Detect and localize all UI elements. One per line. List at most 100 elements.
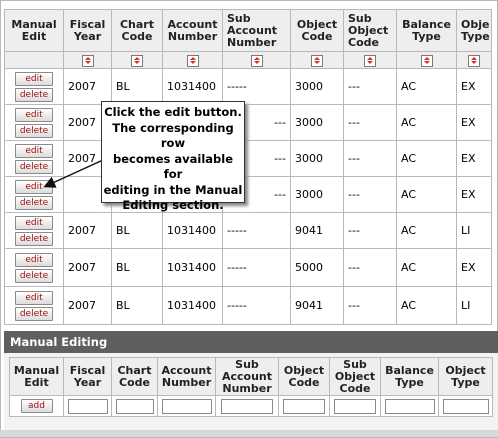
sub-object-input[interactable] <box>334 398 376 414</box>
cell-sub-object: --- <box>343 140 397 177</box>
cell-sub-object: --- <box>343 248 397 287</box>
add-button[interactable]: add <box>20 399 53 413</box>
delete-button[interactable]: delete <box>15 195 53 210</box>
manual-editing-table: Manual Edit Fiscal Year Chart Code Accou… <box>9 357 493 417</box>
col-object-type: Obje Type <box>456 9 492 52</box>
table-row: edit delete 2007 BL 1031400 ----- 9041 --… <box>4 212 492 249</box>
cell-chart-code: BL <box>111 286 163 325</box>
col-object-code: Object Code <box>290 9 344 52</box>
cell-chart-code: BL <box>111 68 163 105</box>
sub-account-input[interactable] <box>221 398 273 414</box>
cell-object-type: EX <box>456 176 492 213</box>
delete-button[interactable]: delete <box>15 231 53 246</box>
bottom-scrollbar[interactable] <box>0 430 498 437</box>
cell-fiscal-year: 2007 <box>63 286 112 325</box>
cell-sub-object: --- <box>343 68 397 105</box>
table-row: edit delete 2007 BL 1031400 ----- 5000 --… <box>4 248 492 287</box>
cell-chart-code: BL <box>111 212 163 249</box>
sort-arrows-icon[interactable] <box>311 54 323 67</box>
cell-account-number: 1031400 <box>162 286 223 325</box>
edit-button[interactable]: edit <box>15 215 53 230</box>
edit-button[interactable]: edit <box>15 179 53 194</box>
sort-arrows-icon[interactable] <box>468 54 480 67</box>
callout-line: becomes available for <box>112 151 233 182</box>
cell-object-code: 3000 <box>290 140 344 177</box>
cell-fiscal-year: 2007 <box>63 212 112 249</box>
cell-balance-type: AC <box>396 248 457 287</box>
col-chart-code: Chart Code <box>111 357 158 396</box>
col-sub-object-code: Sub Object Code <box>329 357 381 396</box>
cell-object-type: EX <box>456 68 492 105</box>
cell-object-code: 9041 <box>290 212 344 249</box>
account-number-input[interactable] <box>161 398 212 414</box>
cell-balance-type: AC <box>396 286 457 325</box>
manual-editing-header-row: Manual Edit Fiscal Year Chart Code Accou… <box>9 357 493 396</box>
cell-balance-type: AC <box>396 68 457 105</box>
edit-button[interactable]: edit <box>15 71 53 86</box>
cell-balance-type: AC <box>396 176 457 213</box>
callout-line: editing in the Manual <box>103 182 243 197</box>
col-manual-edit: Manual Edit <box>9 357 64 396</box>
sort-arrows-icon[interactable] <box>250 54 263 67</box>
cell-sub-account: ----- <box>222 286 291 325</box>
col-account-number: Account Number <box>162 9 223 52</box>
delete-button[interactable]: delete <box>15 159 53 174</box>
object-code-input[interactable] <box>283 398 325 414</box>
cell-sub-account: ----- <box>222 248 291 287</box>
cell-fiscal-year: 2007 <box>63 248 112 287</box>
sort-arrows-icon[interactable] <box>131 54 143 67</box>
col-sub-account-number: Sub Account Number <box>215 357 279 396</box>
delete-button[interactable]: delete <box>15 268 53 283</box>
col-fiscal-year: Fiscal Year <box>63 9 112 52</box>
edit-button[interactable]: edit <box>15 252 53 267</box>
col-manual-edit: Manual Edit <box>4 9 64 52</box>
col-sub-object-code: Sub Object Code <box>343 9 397 52</box>
table-row: edit delete --- 3000 --- AC EX <box>4 176 492 213</box>
cell-account-number: 1031400 <box>162 68 223 105</box>
cell-chart-code: BL <box>111 248 163 287</box>
callout-line: Click the edit button. <box>104 105 242 119</box>
callout-line: The corresponding row <box>112 120 234 151</box>
cell-sub-object: --- <box>343 286 397 325</box>
cell-object-code: 9041 <box>290 286 344 325</box>
col-fiscal-year: Fiscal Year <box>63 357 112 396</box>
cell-account-number: 1031400 <box>162 248 223 287</box>
chart-code-input[interactable] <box>115 398 154 414</box>
cell-balance-type: AC <box>396 140 457 177</box>
col-account-number: Account Number <box>157 357 216 396</box>
sort-arrows-icon[interactable] <box>364 54 376 67</box>
edit-button[interactable]: edit <box>15 107 53 122</box>
cell-sub-object: --- <box>343 176 397 213</box>
delete-button[interactable]: delete <box>15 87 53 102</box>
cell-balance-type: AC <box>396 104 457 141</box>
col-balance-type: Balance Type <box>396 9 457 52</box>
edit-button[interactable]: edit <box>15 290 53 305</box>
cell-object-code: 3000 <box>290 176 344 213</box>
cell-sub-object: --- <box>343 212 397 249</box>
cell-account-number: 1031400 <box>162 212 223 249</box>
edit-button[interactable]: edit <box>15 143 53 158</box>
cell-object-code: 5000 <box>290 248 344 287</box>
cell-object-type: LI <box>456 212 492 249</box>
balance-type-input[interactable] <box>384 398 435 414</box>
delete-button[interactable]: delete <box>15 123 53 138</box>
fiscal-year-input[interactable] <box>67 398 108 414</box>
table-row: edit delete 2007 --- 3000 --- AC EX <box>4 104 492 141</box>
sort-row <box>4 51 492 69</box>
sort-arrows-icon[interactable] <box>81 54 94 67</box>
sort-arrows-icon[interactable] <box>186 54 199 67</box>
cell-object-type: EX <box>456 104 492 141</box>
delete-button[interactable]: delete <box>15 306 53 321</box>
table-row: edit delete 2007 --- 3000 --- AC EX <box>4 140 492 177</box>
cell-sub-account: ----- <box>222 68 291 105</box>
instruction-callout: Click the edit button. The corresponding… <box>101 101 245 212</box>
manual-editing-input-row: add <box>9 395 493 417</box>
col-chart-code: Chart Code <box>111 9 163 52</box>
table-header-row: Manual Edit Fiscal Year Chart Code Accou… <box>4 9 492 52</box>
object-type-input[interactable] <box>442 398 489 414</box>
cell-object-type: LI <box>456 286 492 325</box>
table-row: edit delete 2007 BL 1031400 ----- 3000 --… <box>4 68 492 105</box>
table-row: edit delete 2007 BL 1031400 ----- 9041 --… <box>4 286 492 325</box>
cell-object-code: 3000 <box>290 68 344 105</box>
sort-arrows-icon[interactable] <box>420 54 433 67</box>
